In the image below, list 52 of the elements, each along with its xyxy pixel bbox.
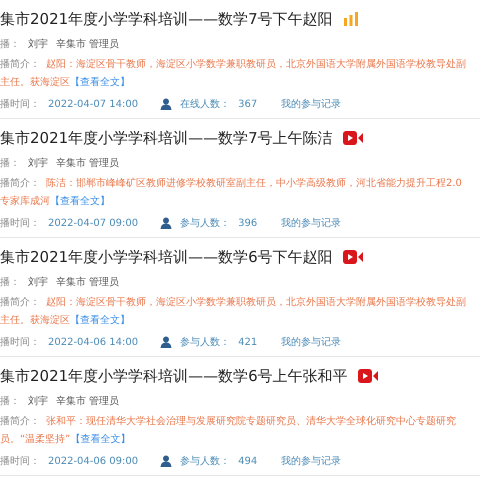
- person-icon: [160, 336, 172, 348]
- host-name: 刘宇: [28, 276, 48, 289]
- intro-text: 播简介： 赵阳：海淀区骨干教师，海淀区小学数学兼职教研员，北京外国语大学附属外国语学校教导处副主任。获海淀区【查看全文】: [0, 296, 467, 328]
- intro-text: 播简介： 张和平：现任清华大学社会治理与发展研究院专题研究员、清华大学全球化研究中心专题研究员。“温柔坚持”【查看全文】: [0, 414, 457, 447]
- host-label: 播：: [0, 38, 20, 51]
- record-link[interactable]: 我的参与记录: [281, 216, 342, 230]
- time-label: 播时间：: [0, 336, 40, 349]
- read-more-link[interactable]: 【查看全文】: [50, 196, 110, 207]
- host-label: 播：: [0, 156, 20, 170]
- start-time: 2022-04-07 14:00: [48, 98, 138, 110]
- count-label: 参与人数：: [180, 336, 230, 349]
- intro-text: 播简介： 陈洁：邯郸市峰峰矿区教师进修学校教研室副主任，中小学高级教师，河北省能力提升工程2.0专家库成河【查看全文】: [0, 176, 463, 209]
- record-link[interactable]: 我的参与记录: [281, 335, 342, 349]
- video-camera-icon: [358, 369, 378, 383]
- start-time: 2022-04-07 09:00: [48, 218, 138, 228]
- host-name: 刘宇: [28, 156, 48, 170]
- host-name: 刘宇: [28, 38, 48, 51]
- count-label: 参与人数：: [180, 216, 230, 230]
- bar-chart-icon: [342, 11, 359, 27]
- read-more-link[interactable]: 【查看全文】: [70, 315, 130, 326]
- time-label: 播时间：: [0, 216, 40, 230]
- count-value: 367: [238, 98, 258, 110]
- count-value: 421: [238, 336, 258, 348]
- start-time: 2022-04-06 09:00: [48, 456, 138, 466]
- host-org: 辛集市 管理员: [56, 156, 120, 170]
- time-label: 播时间：: [0, 98, 40, 111]
- count-label: 参与人数：: [180, 454, 230, 468]
- host-org: 辛集市 管理员: [56, 276, 120, 289]
- read-more-link[interactable]: 【查看全文】: [70, 434, 130, 445]
- host-label: 播：: [0, 276, 20, 289]
- count-value: 494: [238, 456, 258, 466]
- person-icon: [160, 98, 172, 110]
- count-value: 396: [238, 218, 258, 228]
- host-org: 辛集市 管理员: [56, 394, 120, 408]
- session-title: 集市2021年度小学学科培训——数学6号上午张和平: [0, 366, 348, 386]
- start-time: 2022-04-06 14:00: [48, 336, 138, 348]
- host-org: 辛集市 管理员: [56, 38, 120, 51]
- session-title: 集市2021年度小学学科培训——数学7号上午陈洁: [0, 128, 333, 148]
- intro-text: 播简介： 赵阳：海淀区骨干教师，海淀区小学数学兼职教研员，北京外国语大学附属外国语学校教导处副主任。获海淀区【查看全文】: [0, 58, 467, 90]
- read-more-link[interactable]: 【查看全文】: [70, 77, 130, 88]
- host-label: 播：: [0, 394, 20, 408]
- person-icon: [160, 217, 172, 229]
- session-title: 集市2021年度小学学科培训——数学6号下午赵阳: [0, 248, 333, 266]
- video-camera-icon: [342, 131, 363, 145]
- session-title: 集市2021年度小学学科培训——数学7号下午赵阳: [0, 10, 333, 28]
- record-link[interactable]: 我的参与记录: [281, 97, 342, 111]
- host-name: 刘宇: [28, 394, 48, 408]
- count-label: 在线人数：: [180, 98, 230, 111]
- record-link[interactable]: 我的参与记录: [281, 454, 342, 468]
- person-icon: [160, 455, 172, 467]
- time-label: 播时间：: [0, 454, 40, 468]
- video-camera-icon: [342, 250, 363, 264]
